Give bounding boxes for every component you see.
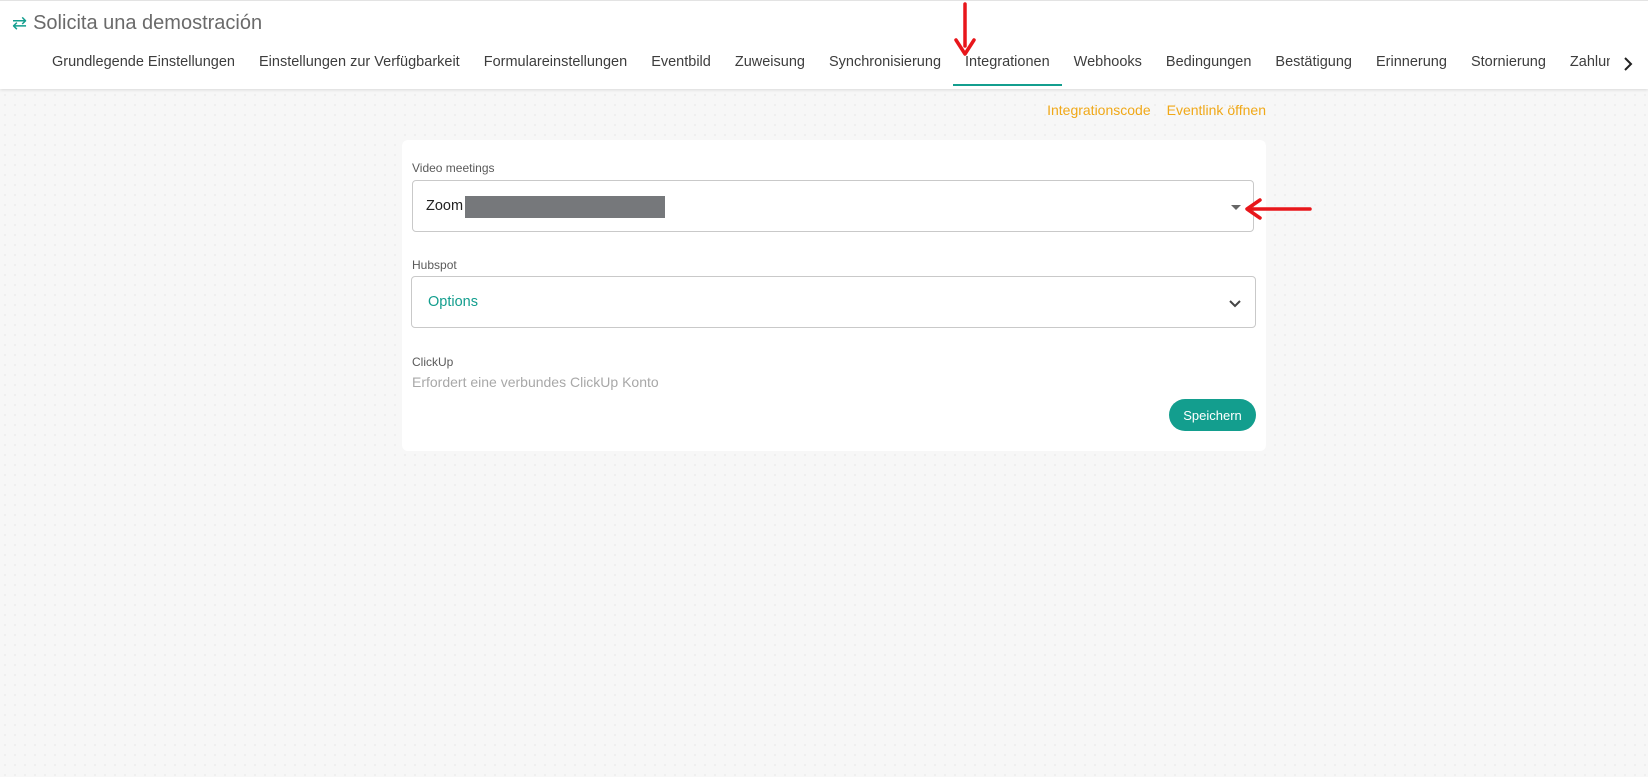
page-title: Solicita una demostración	[33, 12, 263, 34]
tab-synchronization[interactable]: Synchronisierung	[817, 42, 953, 86]
caret-down-icon[interactable]	[1231, 205, 1241, 210]
hubspot-select[interactable]: Options	[411, 276, 1256, 328]
tab-bar: Grundlegende Einstellungen Einstellungen…	[40, 42, 1610, 88]
save-button[interactable]: Speichern	[1169, 399, 1256, 431]
open-event-link[interactable]: Eventlink öffnen	[1167, 102, 1266, 118]
hubspot-label: Hubspot	[412, 258, 457, 272]
tab-confirmation[interactable]: Bestätigung	[1263, 42, 1364, 86]
video-meetings-label: Video meetings	[412, 161, 495, 175]
clickup-note: Erfordert eine verbundes ClickUp Konto	[412, 374, 659, 390]
video-meetings-select[interactable]: Zoom	[412, 180, 1254, 232]
tabs-container: Grundlegende Einstellungen Einstellungen…	[0, 42, 1610, 88]
tab-webhooks[interactable]: Webhooks	[1062, 42, 1154, 86]
tab-availability-settings[interactable]: Einstellungen zur Verfügbarkeit	[247, 42, 472, 86]
tab-assignment[interactable]: Zuweisung	[723, 42, 817, 86]
hubspot-options-value: Options	[428, 294, 478, 310]
tab-event-image[interactable]: Eventbild	[639, 42, 723, 86]
tab-payment[interactable]: Zahlung	[1558, 42, 1610, 86]
tab-form-settings[interactable]: Formulareinstellungen	[472, 42, 639, 86]
tab-reminder[interactable]: Erinnerung	[1364, 42, 1459, 86]
redacted-block	[465, 196, 665, 218]
chevron-right-icon[interactable]	[1616, 52, 1640, 76]
tab-cancellation[interactable]: Stornierung	[1459, 42, 1558, 86]
video-meetings-value: Zoom	[426, 198, 464, 214]
top-links: Integrationscode Eventlink öffnen	[1047, 102, 1266, 118]
clickup-label: ClickUp	[412, 355, 454, 369]
integration-code-link[interactable]: Integrationscode	[1047, 102, 1151, 118]
title-row: ⇄ Solicita una demostración	[12, 11, 262, 35]
tab-conditions[interactable]: Bedingungen	[1154, 42, 1263, 86]
red-arrow-left-icon	[1245, 198, 1312, 220]
swap-arrows-icon[interactable]: ⇄	[12, 11, 27, 35]
integrations-card: Video meetings Zoom Hubspot Options Clic…	[402, 140, 1266, 451]
chevron-down-icon[interactable]	[1227, 295, 1243, 311]
tab-basic-settings[interactable]: Grundlegende Einstellungen	[40, 42, 247, 86]
red-arrow-down-icon	[954, 2, 976, 56]
